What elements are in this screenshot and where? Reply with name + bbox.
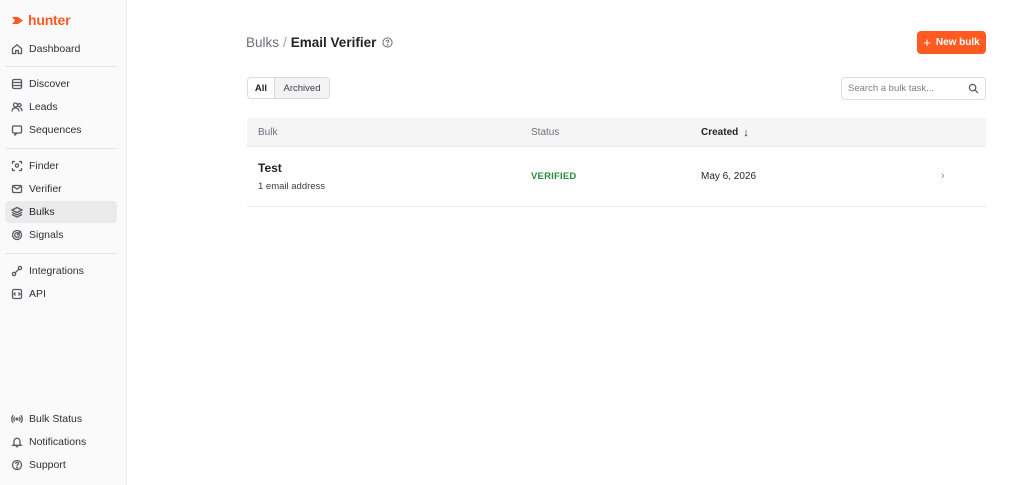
sidebar-item-label: API [29, 288, 46, 300]
search-input[interactable] [848, 83, 968, 94]
status-badge: VERIFIED [531, 171, 577, 182]
shield-check-icon [11, 184, 23, 194]
code-icon [11, 288, 23, 300]
sidebar-divider [6, 253, 117, 254]
sidebar-item-label: Dashboard [29, 43, 81, 55]
hunter-logo[interactable]: hunter [11, 12, 71, 28]
breadcrumb-separator: / [283, 34, 287, 50]
sidebar-item-api[interactable]: API [5, 283, 117, 305]
sidebar-item-support[interactable]: Support [5, 454, 117, 476]
sidebar-item-dashboard[interactable]: Dashboard [5, 38, 117, 60]
sidebar-item-signals[interactable]: Signals [5, 224, 117, 246]
sidebar-item-finder[interactable]: Finder [5, 155, 117, 177]
bell-icon [11, 437, 23, 448]
sort-desc-icon: ↓ [743, 126, 749, 139]
sidebar-item-label: Integrations [29, 265, 84, 277]
bulk-detail: 1 email address [258, 181, 326, 192]
sidebar-item-label: Support [29, 459, 66, 471]
created-date: May 6, 2026 [701, 171, 757, 182]
hunter-logo-icon [12, 16, 23, 24]
sidebar-item-leads[interactable]: Leads [5, 96, 117, 118]
breadcrumb: Bulks / Email Verifier [246, 33, 393, 51]
sidebar-divider [6, 148, 117, 149]
sidebar-item-integrations[interactable]: Integrations [5, 260, 117, 282]
new-bulk-label: New bulk [935, 37, 980, 48]
sidebar: hunter Dashboard Discover Leads Sequence… [0, 0, 127, 485]
breadcrumb-parent-link[interactable]: Bulks [246, 35, 279, 50]
sidebar-item-bulks[interactable]: Bulks [5, 201, 117, 223]
home-icon [11, 43, 23, 55]
sidebar-item-label: Discover [29, 78, 70, 90]
link-icon [11, 265, 23, 277]
bulk-name: Test [258, 161, 282, 175]
scan-face-icon [11, 160, 23, 172]
sidebar-item-label: Bulks [29, 206, 55, 218]
layers-icon [11, 206, 23, 218]
search-box [841, 77, 986, 100]
sidebar-item-discover[interactable]: Discover [5, 73, 117, 95]
search-icon[interactable] [968, 83, 979, 94]
brand-name: hunter [28, 12, 71, 28]
table-row[interactable]: Test 1 email address VERIFIED May 6, 202… [247, 147, 986, 207]
sidebar-item-label: Signals [29, 229, 64, 241]
sidebar-item-label: Leads [29, 101, 58, 113]
broadcast-icon [11, 414, 23, 424]
filter-tabs: All Archived [247, 77, 330, 99]
radar-icon [11, 229, 23, 241]
column-header-created-label: Created [701, 127, 739, 138]
sidebar-item-verifier[interactable]: Verifier [5, 178, 117, 200]
sidebar-item-label: Verifier [29, 183, 62, 195]
help-icon[interactable] [382, 36, 393, 48]
sidebar-item-label: Sequences [29, 124, 82, 136]
column-header-created[interactable]: Created ↓ [701, 118, 749, 147]
sidebar-item-label: Finder [29, 160, 59, 172]
sidebar-item-bulk-status[interactable]: Bulk Status [5, 408, 117, 430]
column-header-bulk: Bulk [258, 127, 278, 138]
sidebar-item-sequences[interactable]: Sequences [5, 119, 117, 141]
table-header: Bulk Status Created ↓ [247, 118, 986, 147]
chevron-right-icon[interactable]: › [941, 170, 945, 182]
sidebar-item-notifications[interactable]: Notifications [5, 431, 117, 453]
column-header-status: Status [531, 127, 560, 138]
tab-archived[interactable]: Archived [275, 78, 329, 98]
users-icon [11, 102, 23, 112]
app-root: hunter Dashboard Discover Leads Sequence… [0, 0, 1024, 485]
page-title: Email Verifier [290, 34, 377, 50]
message-icon [11, 125, 23, 136]
new-bulk-button[interactable]: + New bulk [917, 31, 986, 54]
sidebar-divider [6, 66, 117, 67]
plus-icon: + [923, 35, 931, 50]
help-circle-icon [11, 459, 23, 471]
sidebar-item-label: Notifications [29, 436, 87, 448]
database-icon [11, 78, 23, 90]
sidebar-item-label: Bulk Status [29, 413, 83, 425]
tab-all[interactable]: All [248, 78, 275, 98]
